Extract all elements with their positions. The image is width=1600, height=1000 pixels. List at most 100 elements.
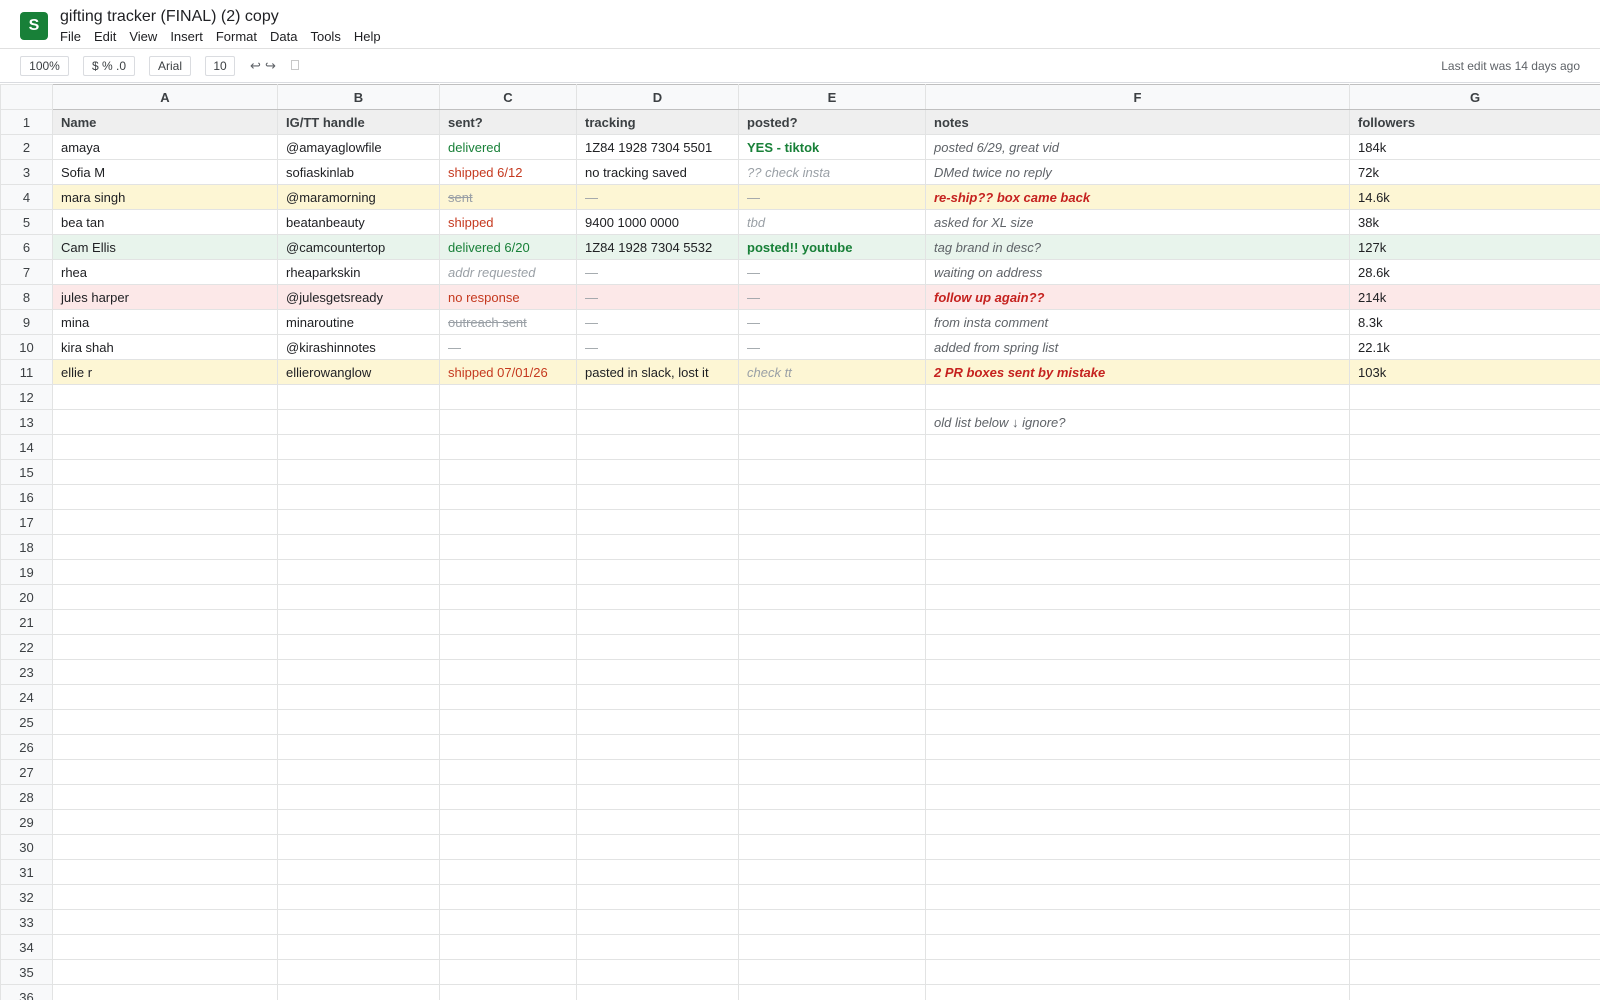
cell-posted[interactable] — [738, 734, 926, 760]
cell-posted[interactable] — [738, 484, 926, 510]
cell-tracking[interactable] — [576, 534, 739, 560]
cell-tracking[interactable]: — — [576, 334, 739, 360]
cell-notes[interactable] — [925, 484, 1350, 510]
cell-followers[interactable] — [1349, 859, 1600, 885]
row-number[interactable]: 13 — [0, 409, 53, 435]
cell-tracking[interactable] — [576, 384, 739, 410]
cell-sent[interactable] — [439, 584, 577, 610]
cell-handle[interactable] — [277, 884, 440, 910]
cell-handle[interactable]: minaroutine — [277, 309, 440, 335]
cell-posted[interactable] — [738, 634, 926, 660]
font-size-select[interactable]: 10 — [205, 56, 235, 76]
clear-format-icon[interactable] — [291, 60, 299, 70]
cell-posted[interactable]: ?? check insta — [738, 159, 926, 185]
cell-handle[interactable] — [277, 534, 440, 560]
cell-name[interactable] — [52, 759, 278, 785]
cell-handle[interactable] — [277, 959, 440, 985]
cell-tracking[interactable] — [576, 834, 739, 860]
cell-tracking[interactable] — [576, 584, 739, 610]
cell-posted[interactable] — [738, 909, 926, 935]
cell-name[interactable] — [52, 409, 278, 435]
column-header-a[interactable]: A — [52, 84, 278, 110]
row-number[interactable]: 17 — [0, 509, 53, 535]
cell-name[interactable] — [52, 984, 278, 1000]
row-number[interactable]: 18 — [0, 534, 53, 560]
cell-handle[interactable] — [277, 434, 440, 460]
menu-data[interactable]: Data — [270, 29, 297, 44]
cell-name[interactable]: mara singh — [52, 184, 278, 210]
row-number[interactable]: 26 — [0, 734, 53, 760]
cell-posted[interactable]: — — [738, 184, 926, 210]
cell-posted[interactable] — [738, 509, 926, 535]
cell-posted[interactable]: — — [738, 259, 926, 285]
last-edit-status[interactable]: Last edit was 14 days ago — [1441, 59, 1580, 73]
cell-name[interactable] — [52, 609, 278, 635]
cell-handle[interactable] — [277, 409, 440, 435]
cell-followers[interactable] — [1349, 834, 1600, 860]
cell-notes[interactable] — [925, 584, 1350, 610]
cell-posted[interactable]: — — [738, 284, 926, 310]
cell-sent[interactable] — [439, 534, 577, 560]
sheets-logo-icon[interactable]: S — [20, 12, 48, 40]
cell-notes[interactable] — [925, 659, 1350, 685]
cell-posted[interactable] — [738, 784, 926, 810]
cell-sent[interactable] — [439, 984, 577, 1000]
cell-sent[interactable] — [439, 709, 577, 735]
cell-posted[interactable]: — — [738, 309, 926, 335]
header-cell-followers[interactable]: followers — [1349, 109, 1600, 135]
redo-icon[interactable]: ↪ — [265, 58, 276, 74]
cell-tracking[interactable] — [576, 909, 739, 935]
cell-handle[interactable] — [277, 809, 440, 835]
cell-sent[interactable] — [439, 934, 577, 960]
cell-posted[interactable] — [738, 884, 926, 910]
row-number[interactable]: 9 — [0, 309, 53, 335]
cell-notes[interactable] — [925, 834, 1350, 860]
cell-notes[interactable] — [925, 534, 1350, 560]
cell-name[interactable]: Cam Ellis — [52, 234, 278, 260]
cell-tracking[interactable] — [576, 409, 739, 435]
cell-name[interactable] — [52, 659, 278, 685]
cell-handle[interactable]: sofiaskinlab — [277, 159, 440, 185]
cell-tracking[interactable] — [576, 434, 739, 460]
cell-name[interactable] — [52, 509, 278, 535]
cell-handle[interactable] — [277, 609, 440, 635]
cell-followers[interactable] — [1349, 434, 1600, 460]
cell-posted[interactable]: — — [738, 334, 926, 360]
cell-tracking[interactable] — [576, 859, 739, 885]
cell-sent[interactable] — [439, 884, 577, 910]
cell-name[interactable]: kira shah — [52, 334, 278, 360]
cell-posted[interactable] — [738, 984, 926, 1000]
cell-tracking[interactable] — [576, 959, 739, 985]
row-number[interactable]: 14 — [0, 434, 53, 460]
cell-notes[interactable]: 2 PR boxes sent by mistake — [925, 359, 1350, 385]
cell-sent[interactable] — [439, 684, 577, 710]
row-number[interactable]: 29 — [0, 809, 53, 835]
cell-posted[interactable] — [738, 684, 926, 710]
menu-insert[interactable]: Insert — [170, 29, 203, 44]
cell-followers[interactable] — [1349, 784, 1600, 810]
cell-notes[interactable]: asked for XL size — [925, 209, 1350, 235]
cell-notes[interactable] — [925, 634, 1350, 660]
row-number[interactable]: 23 — [0, 659, 53, 685]
undo-icon[interactable]: ↩ — [250, 58, 261, 74]
cell-handle[interactable] — [277, 859, 440, 885]
row-number[interactable]: 1 — [0, 109, 53, 135]
cell-tracking[interactable] — [576, 884, 739, 910]
cell-notes[interactable]: old list below ↓ ignore? — [925, 409, 1350, 435]
cell-handle[interactable] — [277, 584, 440, 610]
select-all-corner[interactable] — [0, 84, 53, 110]
cell-notes[interactable]: added from spring list — [925, 334, 1350, 360]
row-number[interactable]: 31 — [0, 859, 53, 885]
cell-handle[interactable]: beatanbeauty — [277, 209, 440, 235]
cell-followers[interactable]: 22.1k — [1349, 334, 1600, 360]
cell-sent[interactable] — [439, 509, 577, 535]
cell-tracking[interactable]: 9400 1000 0000 — [576, 209, 739, 235]
cell-followers[interactable] — [1349, 459, 1600, 485]
cell-followers[interactable] — [1349, 534, 1600, 560]
cell-posted[interactable] — [738, 384, 926, 410]
cell-handle[interactable] — [277, 634, 440, 660]
row-number[interactable]: 36 — [0, 984, 53, 1000]
cell-followers[interactable] — [1349, 609, 1600, 635]
font-select[interactable]: Arial — [149, 56, 191, 76]
cell-tracking[interactable] — [576, 984, 739, 1000]
